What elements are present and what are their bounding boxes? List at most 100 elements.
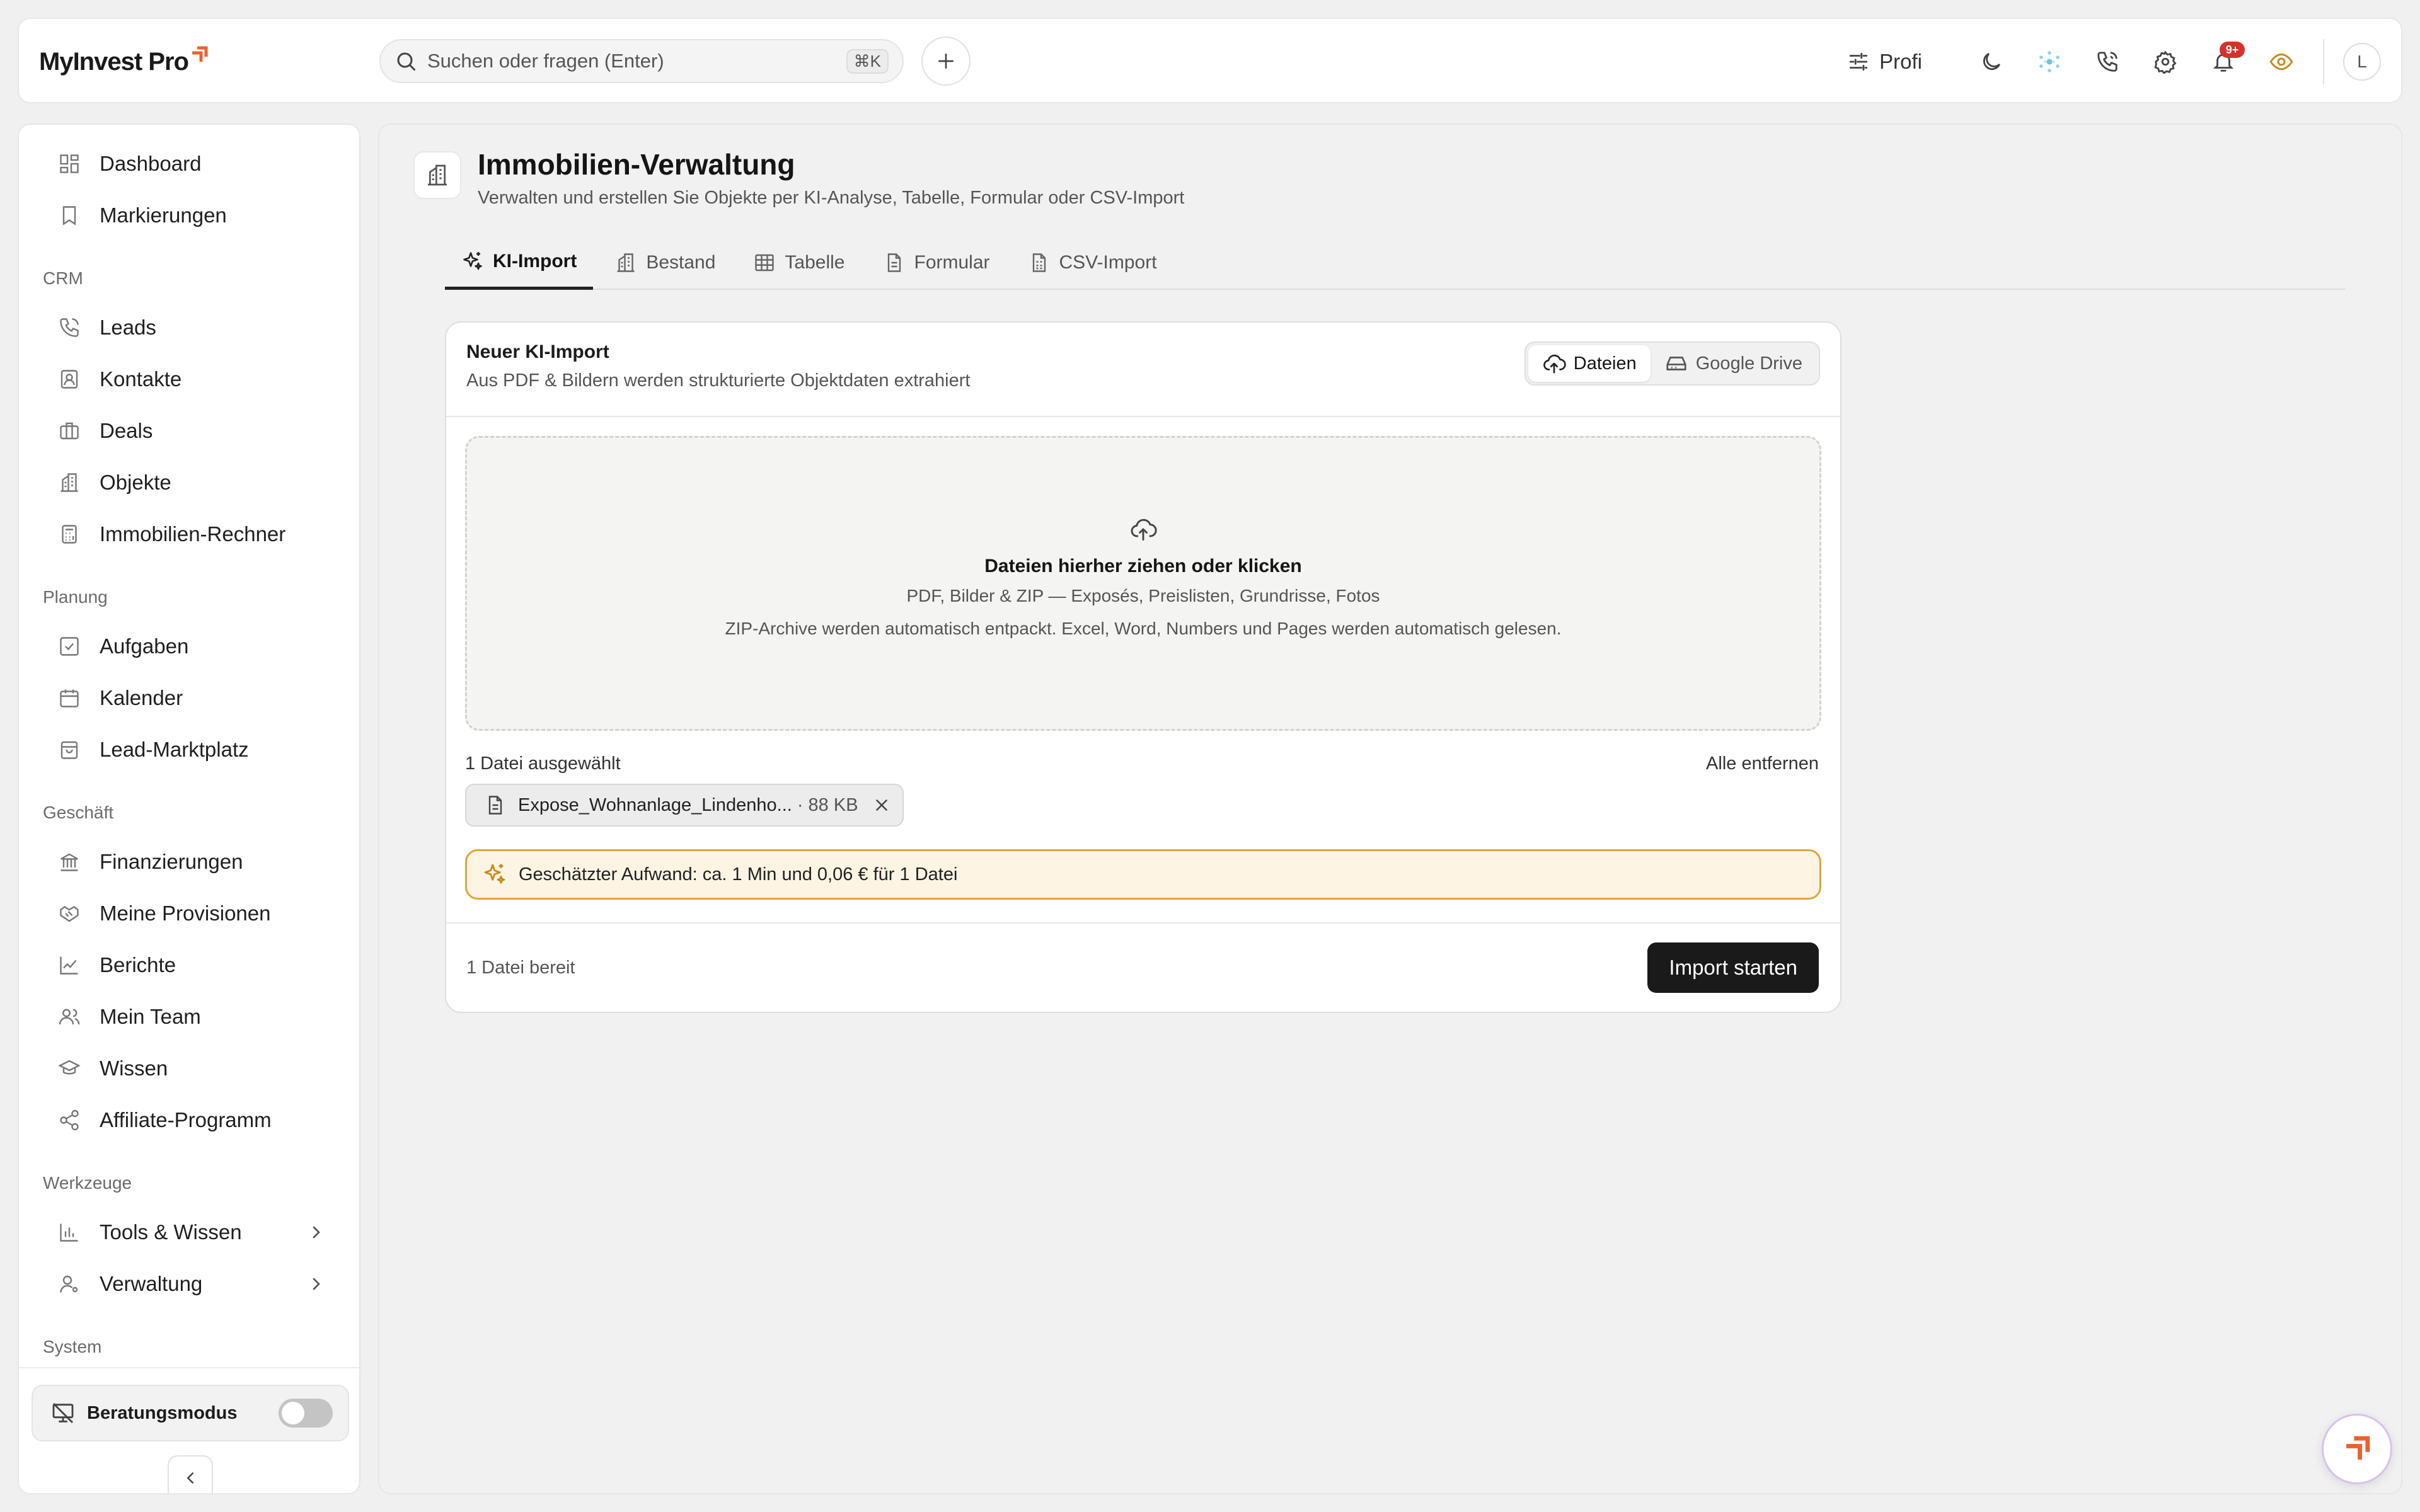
sidebar-item-affiliate-programm[interactable]: Affiliate-Programm xyxy=(34,1097,347,1143)
search-input[interactable]: Suchen oder fragen (Enter) ⌘K xyxy=(379,39,904,83)
remove-file-button[interactable] xyxy=(872,796,891,815)
sidebar-item-label: Wissen xyxy=(100,1057,168,1080)
sidebar-item-verwaltung[interactable]: Verwaltung xyxy=(34,1261,347,1307)
phone-icon xyxy=(2097,52,2118,72)
start-import-button[interactable]: Import starten xyxy=(1647,942,1819,993)
sidebar-section-geschaeft: Geschäft xyxy=(43,803,114,822)
sliders-icon xyxy=(1847,50,1870,74)
tab-bestand[interactable]: Bestand xyxy=(598,236,732,290)
sidebar-item-label: Markierungen xyxy=(100,203,227,227)
sidebar-item-kontakte[interactable]: Kontakte xyxy=(34,357,347,402)
remove-all-button[interactable]: Alle entfernen xyxy=(1706,753,1819,774)
sidebar-item-meine-provisionen[interactable]: Meine Provisionen xyxy=(34,891,347,936)
mode-label: Profi xyxy=(1879,50,1922,73)
sidebar-item-label: Objekte xyxy=(100,471,171,494)
phone-icon xyxy=(57,315,82,340)
search-icon xyxy=(395,50,417,72)
sidebar-item-berichte[interactable]: Berichte xyxy=(34,942,347,988)
app-logo[interactable]: MyInvest Pro xyxy=(39,19,209,105)
topbar-divider xyxy=(2323,39,2324,84)
sidebar-footer: Beratungsmodus xyxy=(19,1367,359,1493)
tab-label: Bestand xyxy=(646,252,716,273)
sidebar-item-lead-marktplatz[interactable]: Lead-Marktplatz xyxy=(34,727,347,772)
sidebar-item-dashboard[interactable]: Dashboard xyxy=(34,141,347,186)
sidebar-item-leads[interactable]: Leads xyxy=(34,305,347,350)
gear-icon xyxy=(2154,50,2177,74)
source-files-label: Dateien xyxy=(1573,353,1637,374)
building-icon xyxy=(413,151,461,199)
sidebar-item-label: Immobilien-Rechner xyxy=(100,522,286,546)
visibility-button[interactable] xyxy=(2262,43,2300,81)
tab-label: CSV-Import xyxy=(1059,252,1157,273)
theme-toggle-button[interactable] xyxy=(1973,43,2010,81)
source-switch: Dateien Google Drive xyxy=(1524,341,1820,386)
selected-file-chip: Expose_Wohnanlage_Lindenho... · 88 KB xyxy=(465,784,904,827)
logo-mark-icon xyxy=(190,45,209,64)
monitor-off-icon xyxy=(50,1400,76,1426)
sidebar-section-crm: CRM xyxy=(43,268,83,288)
sidebar-item-finanzierungen[interactable]: Finanzierungen xyxy=(34,839,347,885)
tab-tabelle[interactable]: Tabelle xyxy=(737,236,861,290)
graduation-cap-icon xyxy=(57,1056,82,1081)
tab-formular[interactable]: Formular xyxy=(867,236,1006,290)
quick-add-button[interactable] xyxy=(921,37,971,86)
settings-button[interactable] xyxy=(2146,43,2184,81)
search-placeholder: Suchen oder fragen (Enter) xyxy=(427,50,664,72)
tab-ki-import[interactable]: KI-Import xyxy=(445,236,594,290)
card-header: Neuer KI-Import Aus PDF & Bildern werden… xyxy=(446,323,1840,417)
mode-switch-button[interactable]: Profi xyxy=(1847,50,1922,74)
phone-button[interactable] xyxy=(2089,43,2126,81)
sidebar-item-label: Kontakte xyxy=(100,367,182,391)
consult-mode-switch[interactable] xyxy=(279,1399,333,1428)
sidebar-item-mein-team[interactable]: Mein Team xyxy=(34,994,347,1040)
source-files-button[interactable]: Dateien xyxy=(1528,345,1651,382)
chevron-right-icon xyxy=(306,1274,326,1294)
avatar[interactable]: L xyxy=(2343,43,2381,81)
checkbox-icon xyxy=(57,634,82,659)
tab-bar: KI-Import Bestand Tabelle Formular CSV-I… xyxy=(445,236,2346,290)
ready-status: 1 Datei bereit xyxy=(466,958,575,978)
sidebar-item-label: Finanzierungen xyxy=(100,850,243,873)
sidebar-item-label: Berichte xyxy=(100,953,176,976)
chevron-left-icon xyxy=(187,1472,193,1484)
file-icon xyxy=(484,794,507,816)
collapse-sidebar-button[interactable] xyxy=(168,1455,213,1493)
sidebar-item-label: Tools & Wissen xyxy=(100,1220,242,1244)
ai-assistant-button[interactable] xyxy=(2031,43,2068,81)
sidebar-item-aufgaben[interactable]: Aufgaben xyxy=(34,624,347,669)
page-title: Immobilien-Verwaltung xyxy=(478,148,795,181)
chart-line-icon xyxy=(57,953,82,978)
logo-mark-icon xyxy=(2346,1436,2370,1460)
sidebar-item-label: Leads xyxy=(100,316,156,339)
assistant-fab-button[interactable] xyxy=(2322,1414,2392,1484)
ai-sparkle-icon xyxy=(2039,51,2060,72)
building-icon xyxy=(57,470,82,495)
consult-mode-toggle[interactable]: Beratungsmodus xyxy=(32,1385,349,1441)
logo-text: MyInvest Pro xyxy=(39,47,189,76)
close-icon xyxy=(875,799,887,811)
bank-icon xyxy=(57,849,82,874)
sidebar-item-deals[interactable]: Deals xyxy=(34,408,347,454)
sidebar-item-markierungen[interactable]: Markierungen xyxy=(34,193,347,238)
sidebar-item-label: Affiliate-Programm xyxy=(100,1108,272,1131)
file-dropzone[interactable]: Dateien hierher ziehen oder klicken PDF,… xyxy=(465,436,1821,731)
users-icon xyxy=(57,1004,82,1029)
tab-label: KI-Import xyxy=(493,250,577,272)
dropzone-title: Dateien hierher ziehen oder klicken xyxy=(984,556,1302,576)
sidebar-item-tools-wissen[interactable]: Tools & Wissen xyxy=(34,1210,347,1255)
csv-file-icon xyxy=(1028,251,1051,274)
share-icon xyxy=(57,1108,82,1133)
sidebar-item-label: Lead-Marktplatz xyxy=(100,738,249,761)
sidebar-item-kalender[interactable]: Kalender xyxy=(34,675,347,721)
sidebar-item-objekte[interactable]: Objekte xyxy=(34,460,347,505)
sidebar-item-immobilien-rechner[interactable]: Immobilien-Rechner xyxy=(34,512,347,557)
tab-csv-import[interactable]: CSV-Import xyxy=(1011,236,1173,290)
notifications-button[interactable]: 9+ xyxy=(2204,42,2245,81)
cloud-upload-icon xyxy=(1129,515,1157,543)
chevron-right-icon xyxy=(306,1222,326,1242)
sidebar-item-label: Dashboard xyxy=(100,152,202,175)
sidebar-item-wissen[interactable]: Wissen xyxy=(34,1046,347,1091)
card-footer: 1 Datei bereit Import starten xyxy=(446,922,1840,1012)
source-google-drive-button[interactable]: Google Drive xyxy=(1651,345,1816,382)
bar-chart-icon xyxy=(57,1220,82,1245)
